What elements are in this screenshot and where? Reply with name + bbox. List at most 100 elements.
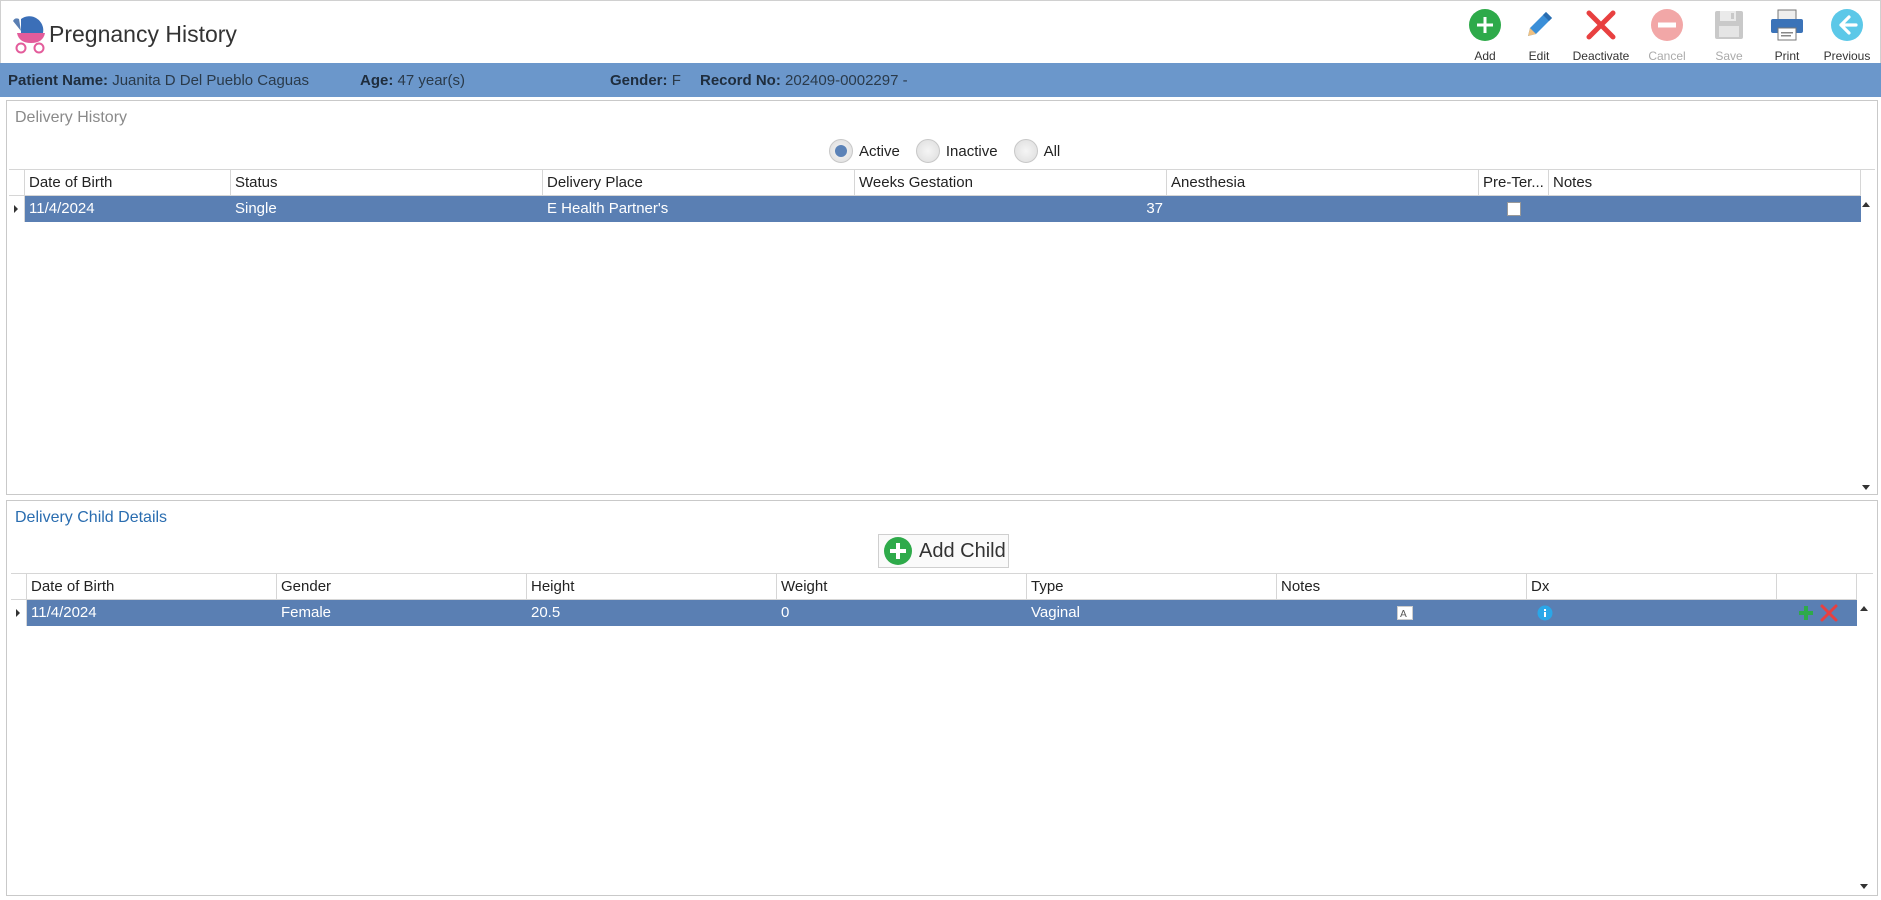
baby-carriage-icon [13, 16, 45, 54]
edit-label: Edit [1528, 49, 1550, 63]
col-status[interactable]: Status [231, 170, 543, 196]
toolbar: Add Edit Deactivate Cancel Save Print Pr… [1458, 7, 1880, 63]
cancel-label: Cancel [1648, 49, 1686, 63]
cell-child-height[interactable]: 20.5 [527, 600, 777, 626]
add-child-button[interactable]: Add Child [878, 534, 1009, 568]
save-label: Save [1715, 49, 1743, 63]
header: Pregnancy History Add Edit Deactivate Ca… [0, 0, 1881, 63]
row-gutter-header [11, 574, 27, 599]
patient-age-value: 47 year(s) [397, 72, 466, 89]
col-delivery-place[interactable]: Delivery Place [543, 170, 855, 196]
table-row[interactable]: 11/4/2024 Female 20.5 0 Vaginal A [11, 600, 1857, 626]
add-icon [884, 537, 912, 565]
deactivate-label: Deactivate [1572, 49, 1630, 63]
cell-pre-term[interactable] [1479, 196, 1549, 222]
radio-inactive[interactable] [915, 139, 940, 163]
svg-text:A: A [1400, 609, 1407, 620]
filter-inactive[interactable]: Inactive [915, 139, 998, 163]
cell-child-gender[interactable]: Female [277, 600, 527, 626]
table-row[interactable]: 11/4/2024 Single E Health Partner's 37 [9, 196, 1861, 222]
deactivate-button[interactable]: Deactivate [1566, 7, 1636, 63]
delivery-history-header: Date of Birth Status Delivery Place Week… [9, 170, 1861, 196]
add-row-icon[interactable] [1797, 604, 1815, 622]
col-child-weight[interactable]: Weight [777, 574, 1027, 600]
radio-active[interactable] [829, 139, 853, 163]
print-button[interactable]: Print [1760, 7, 1814, 63]
print-label: Print [1774, 49, 1800, 63]
cell-child-dx[interactable] [1527, 600, 1777, 626]
patient-name-value: Juanita D Del Pueblo Caguas [112, 72, 309, 89]
patient-record: Record No: 202409-0002297 - [700, 72, 908, 89]
radio-all[interactable] [1013, 139, 1038, 163]
filter-inactive-label: Inactive [945, 142, 998, 160]
previous-label: Previous [1823, 49, 1871, 63]
col-child-notes[interactable]: Notes [1277, 574, 1527, 600]
scroll-down-icon[interactable] [1861, 483, 1871, 493]
notes-icon[interactable]: A [1397, 606, 1413, 621]
edit-button[interactable]: Edit [1512, 7, 1566, 63]
patient-age: Age: 47 year(s) [360, 72, 465, 89]
pencil-icon [1521, 7, 1557, 43]
patient-name: Patient Name: Juanita D Del Pueblo Cagua… [8, 72, 309, 89]
minus-circle-icon [1649, 7, 1685, 43]
patient-record-label: Record No: [700, 72, 781, 89]
cell-child-dob[interactable]: 11/4/2024 [27, 600, 277, 626]
col-weeks-gestation[interactable]: Weeks Gestation [855, 170, 1167, 196]
add-icon [1467, 7, 1503, 43]
col-child-dob[interactable]: Date of Birth [27, 574, 277, 600]
cell-weeks-gestation[interactable]: 37 [855, 196, 1167, 222]
col-notes[interactable]: Notes [1549, 170, 1861, 196]
page-title: Pregnancy History [49, 21, 237, 47]
col-pre-term[interactable]: Pre-Ter... [1479, 170, 1549, 196]
filter-active-label: Active [859, 142, 900, 160]
add-child-label: Add Child [919, 539, 1006, 562]
status-filter: Active Inactive All [829, 139, 1076, 163]
delivery-history-panel: Delivery History Active Inactive All Dat… [6, 100, 1878, 495]
patient-gender-label: Gender: [610, 72, 668, 89]
scroll-up-icon[interactable] [1859, 604, 1869, 614]
delete-row-icon[interactable] [1819, 603, 1839, 623]
cell-dob[interactable]: 11/4/2024 [25, 196, 231, 222]
delivery-history-grid: Date of Birth Status Delivery Place Week… [9, 169, 1875, 494]
arrow-left-icon [1829, 7, 1865, 43]
floppy-icon [1711, 7, 1747, 43]
add-button[interactable]: Add [1458, 7, 1512, 63]
cell-status[interactable]: Single [231, 196, 543, 222]
child-details-header: Date of Birth Gender Height Weight Type … [11, 574, 1857, 600]
col-anesthesia[interactable]: Anesthesia [1167, 170, 1479, 196]
pre-term-checkbox[interactable] [1507, 202, 1521, 217]
scroll-up-icon[interactable] [1861, 200, 1871, 210]
cell-child-weight[interactable]: 0 [777, 600, 1027, 626]
cancel-button[interactable]: Cancel [1636, 7, 1698, 63]
info-icon[interactable] [1537, 605, 1553, 621]
cell-delivery-place[interactable]: E Health Partner's [543, 196, 855, 222]
cell-child-actions [1777, 600, 1857, 626]
cell-anesthesia[interactable] [1167, 196, 1479, 222]
delivery-child-title: Delivery Child Details [15, 509, 168, 526]
patient-name-label: Patient Name: [8, 72, 109, 89]
printer-icon [1769, 7, 1805, 43]
delivery-child-panel: Delivery Child Details Add Child Date of… [6, 500, 1878, 896]
col-child-dx[interactable]: Dx [1527, 574, 1777, 600]
col-child-type[interactable]: Type [1027, 574, 1277, 600]
row-gutter-header [9, 170, 25, 195]
col-child-height[interactable]: Height [527, 574, 777, 600]
x-icon [1583, 7, 1619, 43]
row-indicator [9, 196, 25, 222]
col-date-of-birth[interactable]: Date of Birth [25, 170, 231, 196]
cell-child-type[interactable]: Vaginal [1027, 600, 1277, 626]
row-indicator [11, 600, 27, 626]
col-child-actions [1777, 574, 1857, 600]
patient-gender: Gender: F [610, 72, 681, 89]
patient-age-label: Age: [360, 72, 394, 89]
child-details-grid: Date of Birth Gender Height Weight Type … [11, 573, 1873, 895]
previous-button[interactable]: Previous [1814, 7, 1880, 63]
save-button[interactable]: Save [1698, 7, 1760, 63]
filter-all[interactable]: All [1013, 139, 1060, 163]
filter-active[interactable]: Active [829, 139, 900, 163]
scroll-down-icon[interactable] [1859, 882, 1869, 892]
cell-notes[interactable] [1549, 196, 1861, 222]
col-child-gender[interactable]: Gender [277, 574, 527, 600]
patient-gender-value: F [671, 72, 681, 89]
cell-child-notes[interactable]: A [1277, 600, 1527, 626]
